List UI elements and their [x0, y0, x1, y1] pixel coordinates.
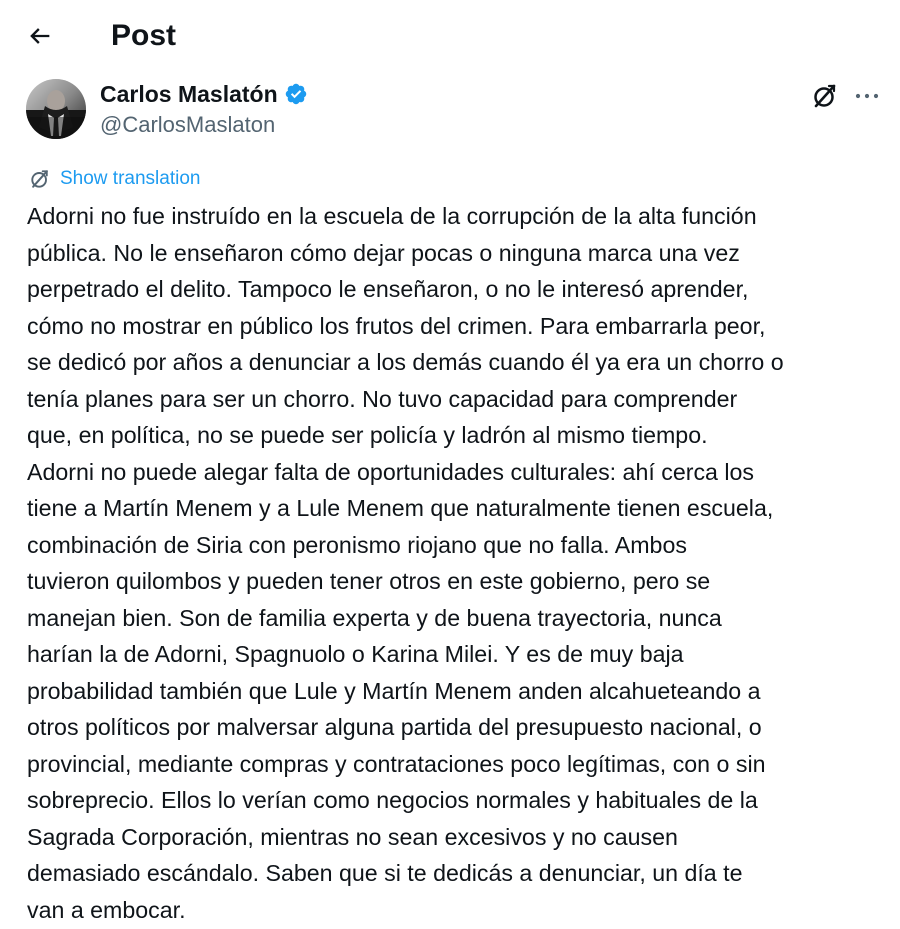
tweet-text: Adorni no fue instruído en la escuela de… — [27, 198, 887, 928]
arrow-left-icon — [30, 28, 50, 44]
tweet-line: probabilidad también que Lule y Martín M… — [27, 677, 761, 704]
tweet-line: harían la de Adorni, Spagnuolo o Karina … — [27, 641, 684, 667]
tweet-line: provincial, mediante compras y contratac… — [27, 750, 766, 777]
tweet-line: perpetrado el delito. Tampoco le enseñar… — [27, 276, 749, 302]
grok-icon[interactable] — [810, 81, 840, 111]
tweet-line: cómo no mostrar en público los frutos de… — [27, 312, 766, 339]
author-name-block: Carlos Maslatón @CarlosMaslaton — [100, 79, 600, 139]
tweet-line: otros políticos por malversar alguna par… — [27, 714, 762, 740]
tweet-line: tiene a Martín Menem y a Lule Menem que … — [27, 495, 774, 521]
verified-badge-icon[interactable] — [284, 82, 308, 106]
show-translation-button[interactable]: Show translation — [27, 165, 200, 193]
author-avatar[interactable] — [26, 79, 86, 139]
author-display-name[interactable]: Carlos Maslatón — [100, 79, 278, 109]
tweet-line: Sagrada Corporación, mientras no sean ex… — [27, 823, 678, 850]
tweet-line: que, en política, no se puede ser policí… — [27, 422, 708, 448]
back-button[interactable] — [18, 14, 62, 58]
tweet-line: manejan bien. Son de familia experta y d… — [27, 604, 722, 631]
tweet-line: Adorni no puede alegar falta de oportuni… — [27, 458, 755, 485]
more-options-icon[interactable] — [850, 81, 884, 111]
tweet-line: Adorni no fue instruído en la escuela de… — [27, 203, 757, 229]
author-handle[interactable]: @CarlosMaslaton — [100, 111, 600, 139]
tweet-author: Carlos Maslatón @CarlosMaslaton — [26, 79, 886, 141]
tweet-line: pública. No le enseñaron cómo dejar poca… — [27, 239, 740, 266]
author-display-name-row[interactable]: Carlos Maslatón — [100, 79, 600, 109]
page-title: Post — [111, 19, 177, 52]
tweet-line: sobreprecio. Ellos lo verían como negoci… — [27, 787, 758, 813]
show-translation-link[interactable]: Show translation — [60, 166, 200, 192]
translate-icon — [27, 166, 53, 192]
tweet-line: combinación de Siria con peronismo rioja… — [27, 531, 687, 558]
top-bar: Post — [0, 0, 900, 72]
tweet-line: tenía planes para ser un chorro. No tuvo… — [27, 385, 738, 412]
tweet-line: van a embocar. — [27, 896, 186, 923]
tweet-line: demasiado escándalo. Saben que si te ded… — [27, 860, 743, 886]
tweet-line: se dedicó por años a denunciar a los dem… — [27, 349, 784, 375]
tweet-line: tuvieron quilombos y pueden tener otros … — [27, 568, 711, 594]
author-avatar-image — [26, 79, 86, 139]
